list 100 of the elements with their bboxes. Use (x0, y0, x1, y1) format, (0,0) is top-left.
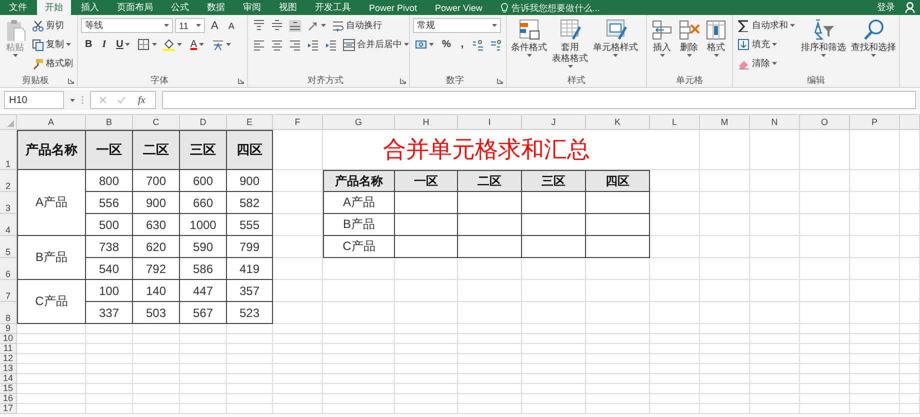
row-header[interactable]: 4 (0, 214, 17, 236)
row-header[interactable]: 1 (0, 130, 17, 170)
sign-in-link[interactable]: 登录 (877, 0, 895, 15)
column-header[interactable]: L (650, 115, 700, 130)
row-header[interactable]: 15 (0, 384, 17, 394)
column-header[interactable]: P (850, 115, 900, 130)
ribbon-tab[interactable]: 视图 (271, 0, 305, 15)
caret-icon (613, 54, 618, 57)
format-as-table-button[interactable]: 套用 表格格式 (551, 17, 589, 70)
column-header[interactable]: G (323, 115, 395, 130)
insert-function-button[interactable]: fx (136, 94, 148, 106)
ribbon-tab[interactable]: Power Pivot (361, 0, 426, 15)
wrap-text-button[interactable]: 自动换行 (330, 17, 384, 34)
column-header[interactable]: B (86, 115, 133, 130)
row-header[interactable]: 14 (0, 374, 17, 384)
underline-button[interactable]: U (112, 36, 134, 53)
empty-cell (273, 374, 323, 384)
ribbon-tab[interactable]: 插入 (73, 0, 107, 15)
empty-cell (800, 280, 850, 302)
cut-button[interactable]: 剪切 (30, 17, 75, 34)
column-header[interactable]: M (700, 115, 750, 130)
ribbon-tab[interactable]: 审阅 (235, 0, 269, 15)
formula-field[interactable] (162, 91, 916, 109)
row-header[interactable]: 10 (0, 334, 17, 344)
empty-cell (800, 258, 850, 280)
italic-button[interactable]: I (98, 36, 110, 53)
row-header[interactable]: 16 (0, 394, 17, 404)
ribbon-tab[interactable]: 开始 (37, 0, 71, 15)
dialog-launcher-icon[interactable] (400, 78, 406, 84)
fill-button[interactable]: 填充 (736, 36, 797, 53)
column-header[interactable]: J (522, 115, 586, 130)
column-header[interactable]: C (133, 115, 180, 130)
cell-styles-button[interactable]: 单元格样式 (592, 17, 639, 59)
ribbon-tab[interactable]: 公式 (163, 0, 197, 15)
format-painter-button[interactable]: 格式刷 (30, 55, 75, 72)
checkmark-icon[interactable] (117, 96, 126, 104)
ribbon-tab[interactable]: 数据 (199, 0, 233, 15)
caret-icon (429, 43, 434, 46)
percent-button[interactable]: % (438, 36, 455, 53)
empty-cell (522, 280, 586, 302)
column-header[interactable]: N (750, 115, 800, 130)
shrink-font-button[interactable]: A (224, 17, 238, 34)
delete-cells-icon (678, 19, 700, 41)
format-button[interactable]: 格式 (704, 17, 728, 59)
row-header[interactable]: 9 (0, 324, 17, 334)
table-cell (458, 236, 522, 258)
row-header[interactable]: 3 (0, 192, 17, 214)
comma-button[interactable]: , (456, 36, 468, 53)
dialog-launcher-icon[interactable] (238, 78, 244, 84)
ribbon-tab[interactable]: 开发工具 (307, 0, 359, 15)
ribbon-tab[interactable]: 页面布局 (109, 0, 161, 15)
column-header[interactable]: A (17, 115, 86, 130)
borders-button[interactable] (136, 36, 160, 53)
column-header[interactable]: F (273, 115, 323, 130)
row-header[interactable]: 7 (0, 280, 17, 302)
font-name-field[interactable]: 等线 (81, 18, 173, 33)
table-cell: 503 (133, 302, 180, 324)
row-header[interactable]: 5 (0, 236, 17, 258)
table-cell: 一区 (395, 170, 458, 192)
find-select-button[interactable]: 查找和选择 (850, 17, 897, 59)
empty-cell (750, 404, 800, 414)
font-color-button[interactable]: A (186, 36, 208, 53)
column-header[interactable]: I (458, 115, 522, 130)
column-header[interactable]: K (586, 115, 650, 130)
column-header[interactable]: E (227, 115, 273, 130)
delete-button[interactable]: 删除 (677, 17, 701, 59)
ribbon-tab[interactable]: Power View (427, 0, 490, 15)
empty-cell (900, 334, 920, 344)
row-header[interactable]: 12 (0, 354, 17, 364)
grow-font-button[interactable]: A (207, 17, 222, 34)
merge-center-button[interactable]: 合并后居中 (341, 36, 411, 53)
conditional-format-button[interactable]: 条件格式 (510, 17, 548, 59)
column-header[interactable]: D (180, 115, 227, 130)
row-header[interactable]: 6 (0, 258, 17, 280)
user-icon[interactable] (905, 2, 916, 13)
bold-button[interactable]: B (81, 36, 96, 53)
empty-cell (86, 334, 133, 344)
dialog-launcher-icon[interactable] (68, 78, 74, 84)
clear-button[interactable]: 清除 (736, 55, 797, 72)
column-header[interactable]: H (395, 115, 458, 130)
sort-filter-button[interactable]: 排序和筛选 (800, 17, 847, 59)
row-header[interactable]: 13 (0, 364, 17, 374)
number-format-field[interactable]: 常规 (413, 18, 501, 33)
name-box[interactable]: H10 (4, 91, 64, 109)
row-header[interactable]: 17 (0, 404, 17, 414)
insert-button[interactable]: 插入 (650, 17, 674, 59)
empty-cell (458, 258, 522, 280)
table-cell: 1000 (180, 214, 227, 236)
ribbon-tab[interactable]: 文件 (1, 0, 35, 15)
row-header[interactable]: 2 (0, 170, 17, 192)
font-size-field[interactable]: 11 (175, 18, 205, 33)
tell-me-field[interactable]: 告诉我您想要做什么... (511, 2, 632, 12)
row-header[interactable]: 8 (0, 302, 17, 324)
column-header[interactable]: O (800, 115, 850, 130)
dialog-launcher-icon[interactable] (497, 78, 503, 84)
empty-cell (850, 170, 900, 192)
copy-button[interactable]: 复制 (30, 36, 75, 53)
bottom-align-button[interactable] (287, 17, 303, 34)
autosum-button[interactable]: 自动求和 (736, 17, 797, 34)
row-header[interactable]: 11 (0, 344, 17, 354)
